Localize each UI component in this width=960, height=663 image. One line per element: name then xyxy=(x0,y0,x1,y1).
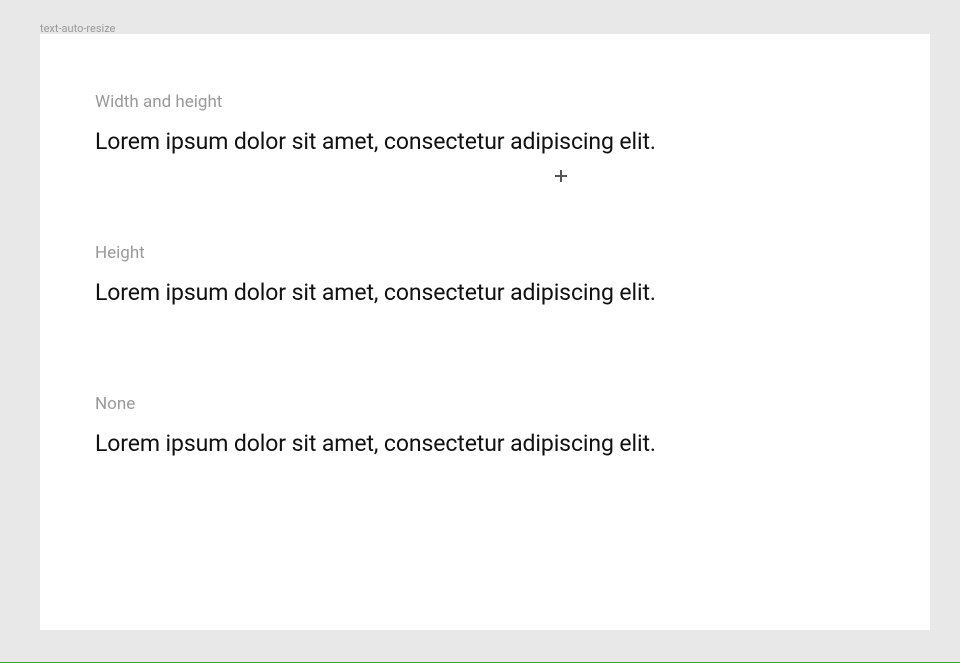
section-label: Width and height xyxy=(95,92,875,112)
section-label: Height xyxy=(95,243,875,263)
section-height: Height Lorem ipsum dolor sit amet, conse… xyxy=(95,243,875,306)
section-none: None Lorem ipsum dolor sit amet, consect… xyxy=(95,394,875,457)
section-text[interactable]: Lorem ipsum dolor sit amet, consectetur … xyxy=(95,128,875,155)
content-area: Width and height Lorem ipsum dolor sit a… xyxy=(40,34,930,603)
section-label: None xyxy=(95,394,875,414)
section-text[interactable]: Lorem ipsum dolor sit amet, consectetur … xyxy=(95,430,875,457)
section-text[interactable]: Lorem ipsum dolor sit amet, consectetur … xyxy=(95,279,875,306)
canvas-frame[interactable]: Width and height Lorem ipsum dolor sit a… xyxy=(40,34,930,630)
section-width-and-height: Width and height Lorem ipsum dolor sit a… xyxy=(95,92,875,155)
